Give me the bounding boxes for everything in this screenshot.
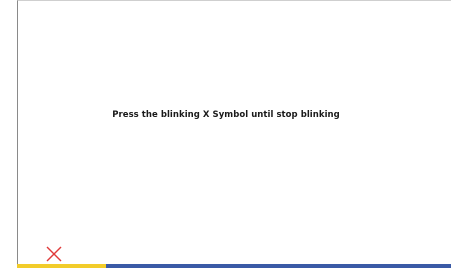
progress-fill [17,264,106,268]
instruction-text: Press the blinking X Symbol until stop b… [112,110,340,120]
blinking-x-button[interactable] [43,243,65,265]
app-window: Press the blinking X Symbol until stop b… [0,0,452,268]
close-icon [46,246,62,262]
instruction-screen [17,0,451,268]
progress-bar [17,264,451,268]
